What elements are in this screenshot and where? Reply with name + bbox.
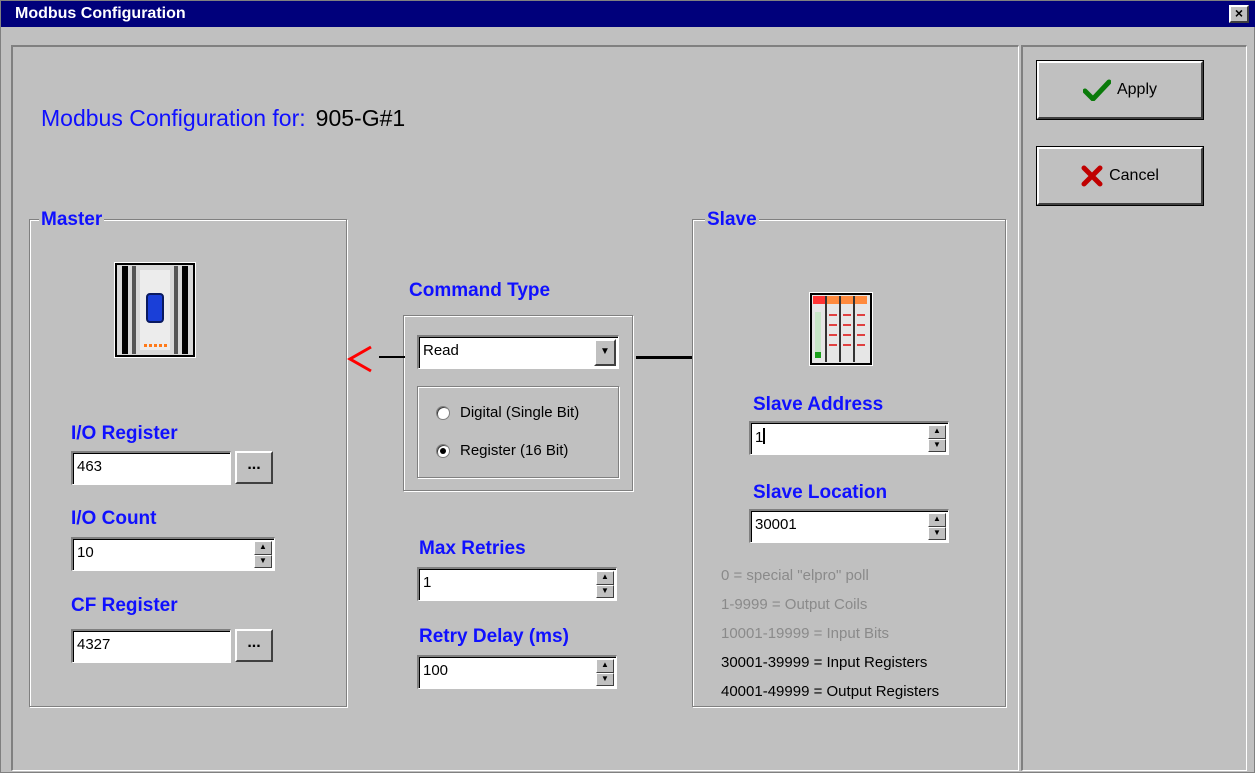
- retry-delay-spinner[interactable]: 100 ▲ ▼: [417, 655, 617, 689]
- slave-location-spinner[interactable]: 30001 ▲ ▼: [749, 509, 949, 543]
- slave-location-value: 30001: [755, 516, 797, 533]
- radio-register-label: Register (16 Bit): [460, 442, 569, 459]
- slave-address-label: Slave Address: [753, 394, 884, 415]
- apply-label: Apply: [1116, 81, 1158, 98]
- radio-digital-label: Digital (Single Bit): [460, 404, 580, 421]
- spin-up-icon[interactable]: ▲: [596, 571, 614, 585]
- spin-up-icon[interactable]: ▲: [928, 513, 946, 527]
- max-retries-value: 1: [423, 574, 432, 591]
- radio-digital-circle[interactable]: [436, 405, 450, 420]
- hint-output-registers: 40001-49999 = Output Registers: [721, 683, 940, 700]
- device-name: 905-G#1: [315, 105, 406, 131]
- hint-special-poll: 0 = special "elpro" poll: [721, 567, 869, 584]
- apply-button[interactable]: Apply: [1036, 60, 1204, 120]
- spin-down-icon[interactable]: ▼: [596, 672, 614, 686]
- cancel-label: Cancel: [1109, 167, 1159, 184]
- checkmark-icon: [1082, 79, 1111, 101]
- close-icon[interactable]: ×: [1229, 5, 1249, 23]
- hint-input-registers: 30001-39999 = Input Registers: [721, 654, 928, 671]
- x-icon: [1081, 165, 1103, 187]
- slave-location-spin-buttons[interactable]: ▲ ▼: [928, 513, 946, 540]
- io-count-label: I/O Count: [71, 508, 157, 529]
- slave-address-spin-buttons[interactable]: ▲ ▼: [928, 425, 946, 452]
- spin-up-icon[interactable]: ▲: [928, 425, 946, 439]
- slave-location-label: Slave Location: [753, 482, 888, 503]
- modbus-config-window: Modbus Configuration × Modbus Configurat…: [0, 0, 1255, 773]
- command-type-value: Read: [423, 342, 459, 359]
- spin-up-icon[interactable]: ▲: [254, 541, 272, 555]
- retry-delay-label: Retry Delay (ms): [419, 626, 569, 647]
- slave-connector-line: [636, 356, 692, 359]
- direction-arrow-icon: [346, 345, 372, 373]
- io-register-label: I/O Register: [71, 423, 178, 444]
- io-register-browse-button[interactable]: ...: [235, 451, 273, 484]
- spin-down-icon[interactable]: ▼: [596, 584, 614, 598]
- retry-delay-spin-buttons[interactable]: ▲ ▼: [596, 659, 614, 686]
- io-count-spinner[interactable]: 10 ▲ ▼: [71, 537, 275, 571]
- spin-down-icon[interactable]: ▼: [928, 438, 946, 452]
- slave-address-value: 1: [755, 429, 764, 446]
- title-bar: Modbus Configuration ×: [1, 1, 1255, 27]
- master-connector-line: [379, 356, 405, 358]
- cf-register-browse-button[interactable]: ...: [235, 629, 273, 662]
- window-title: Modbus Configuration: [15, 5, 186, 22]
- data-type-radio-group: [417, 386, 619, 478]
- radio-digital[interactable]: Digital (Single Bit): [436, 404, 579, 421]
- cancel-button[interactable]: Cancel: [1036, 146, 1204, 206]
- max-retries-spin-buttons[interactable]: ▲ ▼: [596, 571, 614, 598]
- master-device-icon: [114, 262, 196, 358]
- io-count-spin-buttons[interactable]: ▲ ▼: [254, 541, 272, 568]
- command-type-label: Command Type: [409, 280, 551, 301]
- command-type-select[interactable]: Read ▼: [417, 335, 619, 369]
- slave-address-spinner[interactable]: 1 ▲ ▼: [749, 421, 949, 455]
- retry-delay-value: 100: [423, 662, 449, 679]
- cf-register-label: CF Register: [71, 595, 178, 616]
- spin-up-icon[interactable]: ▲: [596, 659, 614, 673]
- io-register-field[interactable]: 463: [71, 451, 231, 485]
- page-title: Modbus Configuration for: 905-G#1: [41, 105, 405, 132]
- text-cursor: [763, 428, 766, 444]
- io-count-value: 10: [77, 544, 94, 561]
- max-retries-spinner[interactable]: 1 ▲ ▼: [417, 567, 617, 601]
- dropdown-arrow-icon[interactable]: ▼: [594, 339, 616, 366]
- hint-input-bits: 10001-19999 = Input Bits: [721, 625, 890, 642]
- radio-register[interactable]: Register (16 Bit): [436, 442, 568, 459]
- spin-down-icon[interactable]: ▼: [928, 526, 946, 540]
- slave-rack-icon: [809, 292, 873, 366]
- max-retries-label: Max Retries: [419, 538, 526, 559]
- radio-register-circle[interactable]: [436, 443, 450, 458]
- slave-group-label: Slave: [705, 209, 759, 231]
- master-group-label: Master: [39, 209, 105, 231]
- heading-label: Modbus Configuration for:: [41, 105, 306, 131]
- hint-output-coils: 1-9999 = Output Coils: [721, 596, 868, 613]
- spin-down-icon[interactable]: ▼: [254, 554, 272, 568]
- cf-register-field[interactable]: 4327: [71, 629, 231, 663]
